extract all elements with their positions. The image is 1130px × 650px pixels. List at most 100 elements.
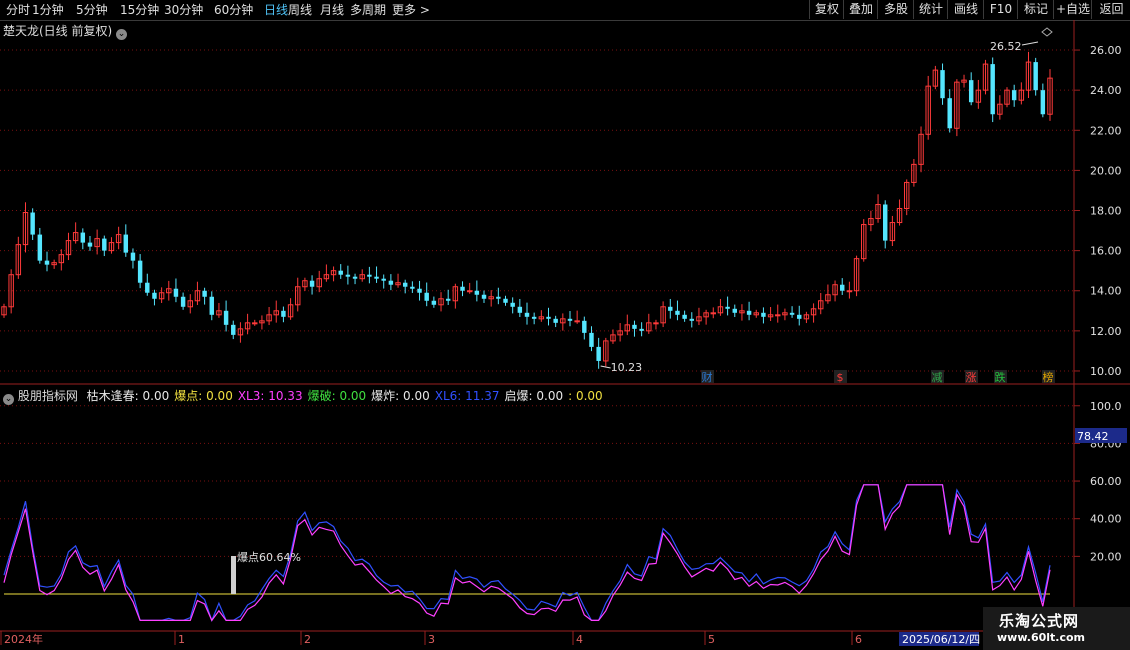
candle-up (903, 181, 910, 210)
candle-up (266, 314, 272, 322)
event-marker: 榜 (1043, 370, 1054, 384)
candle-down (968, 80, 974, 103)
candle-down (374, 276, 379, 279)
candle-up (803, 314, 810, 320)
period-tab-9[interactable]: 多周期 (350, 2, 386, 18)
candle-up (51, 262, 57, 266)
indicator-value-5: XL6: 11.37 (434, 389, 500, 403)
indicator-settings-icon[interactable]: ⌄ (3, 394, 14, 405)
high-price-arrow (1021, 41, 1039, 46)
indicator-tick-label: 100.0 (1090, 400, 1122, 413)
candle-up (1018, 89, 1025, 101)
cursor-date-text: 2025/06/12/四 (902, 633, 980, 646)
candle-down (202, 290, 207, 297)
x-axis-label: 2 (304, 633, 311, 646)
candle-down (410, 286, 415, 289)
candle-up (438, 298, 444, 306)
indicator-tick-label: 60.00 (1090, 475, 1122, 488)
indicator-value-6: 启爆: 0.00 (504, 389, 564, 403)
cursor-date-badge (899, 632, 979, 646)
candle-up (703, 312, 709, 318)
candle-up (954, 81, 960, 129)
period-tab-4[interactable]: 30分钟 (164, 2, 203, 18)
indicator-title: ⌄ 股朋指标网 枯木逢春: 0.00 爆点: 0.00 XL3: 10.33 爆破: … (3, 387, 603, 405)
candle-down (388, 280, 394, 285)
period-tab-6[interactable]: 日线 (264, 2, 288, 18)
current-value-text: 78.42 (1077, 430, 1109, 443)
candle-up (818, 300, 824, 310)
candle-down (431, 300, 437, 305)
candle-up (975, 89, 982, 103)
candle-up (8, 274, 14, 308)
candle-down (524, 312, 530, 317)
indicator-tick-label: 40.00 (1090, 513, 1122, 526)
candle-up (717, 306, 724, 314)
candle-up (295, 286, 301, 306)
period-tab-5[interactable]: 60分钟 (214, 2, 253, 18)
candle-down (596, 346, 601, 361)
candle-up (65, 240, 72, 256)
candle-up (22, 212, 29, 246)
x-axis-label: 1 (178, 633, 185, 646)
candle-up (861, 224, 867, 260)
candle-down (689, 318, 695, 321)
main-chart-title: 楚天龙(日线 前复权) ⌄ (3, 22, 128, 40)
candle-up (997, 103, 1003, 115)
period-tab-1[interactable]: 1分钟 (32, 2, 64, 18)
candle-up (846, 290, 853, 293)
period-tab-7[interactable]: 周线 (288, 2, 312, 18)
candle-down (44, 260, 50, 265)
settings-circle-icon[interactable]: ⌄ (116, 29, 128, 40)
candle-down (553, 318, 558, 323)
candle-down (481, 294, 487, 299)
candle-down (761, 312, 766, 317)
period-tab-8[interactable]: 月线 (320, 2, 344, 18)
candle-up (832, 284, 838, 296)
event-marker: 减 (932, 371, 943, 384)
toolbar-button-6[interactable]: 标记 (1017, 0, 1054, 19)
toolbar-button-7[interactable]: +自选 (1053, 0, 1092, 19)
candle-up (94, 238, 100, 248)
toolbar-button-5[interactable]: F10 (983, 0, 1018, 19)
toolbar-button-2[interactable]: 多股 (877, 0, 914, 19)
candle-up (782, 312, 788, 316)
indicator-tick-label: 20.00 (1090, 550, 1122, 563)
period-tab-2[interactable]: 5分钟 (76, 2, 108, 18)
candle-up (252, 322, 258, 325)
candle-up (452, 286, 459, 302)
high-price-label: 26.52 (990, 40, 1022, 53)
event-marker: 跌 (995, 370, 1006, 384)
toolbar-button-1[interactable]: 叠加 (843, 0, 878, 19)
candle-down (1040, 90, 1046, 115)
toolbar-button-3[interactable]: 统计 (913, 0, 948, 19)
candle-down (424, 292, 429, 301)
candle-up (889, 222, 896, 242)
candle-down (231, 324, 236, 335)
candle-down (87, 242, 93, 247)
period-toolbar: 分时 1分钟 5分钟 15分钟 30分钟 60分钟 日线 周线 月线 多周期 更多 > 复权 叠加 多股统… (0, 0, 1130, 21)
candle-down (990, 64, 995, 115)
toolbar-button-0[interactable]: 复权 (809, 0, 844, 19)
period-tab-10[interactable]: 更多 > (392, 2, 430, 18)
candle-up (187, 300, 193, 308)
toolbar-button-8[interactable]: 返回 (1091, 0, 1130, 19)
period-tab-0[interactable]: 分时 (6, 2, 30, 18)
candle-up (896, 208, 903, 224)
candle-down (1011, 90, 1017, 101)
candle-down (281, 310, 286, 317)
price-tick-label: 20.00 (1090, 164, 1122, 177)
toolbar-button-4[interactable]: 画线 (947, 0, 984, 19)
candle-down (474, 290, 480, 295)
candle-down (940, 70, 945, 99)
candle-down (567, 318, 573, 321)
stock-title: 楚天龙(日线 前复权) (3, 24, 113, 38)
event-marker-bg (965, 370, 978, 383)
low-price-label: 10.23 (611, 361, 643, 374)
chart-canvas[interactable]: 26.00 24.00 22.00 20.00 18.00 16.00 14.00 12.00… (0, 0, 1130, 650)
period-tab-3[interactable]: 15分钟 (120, 2, 159, 18)
candle-up (194, 290, 201, 302)
candle-down (338, 270, 343, 275)
candle-up (610, 334, 616, 342)
indicator-tick-label: 80.00 (1090, 437, 1122, 450)
price-tick-label: 16.00 (1090, 245, 1122, 258)
